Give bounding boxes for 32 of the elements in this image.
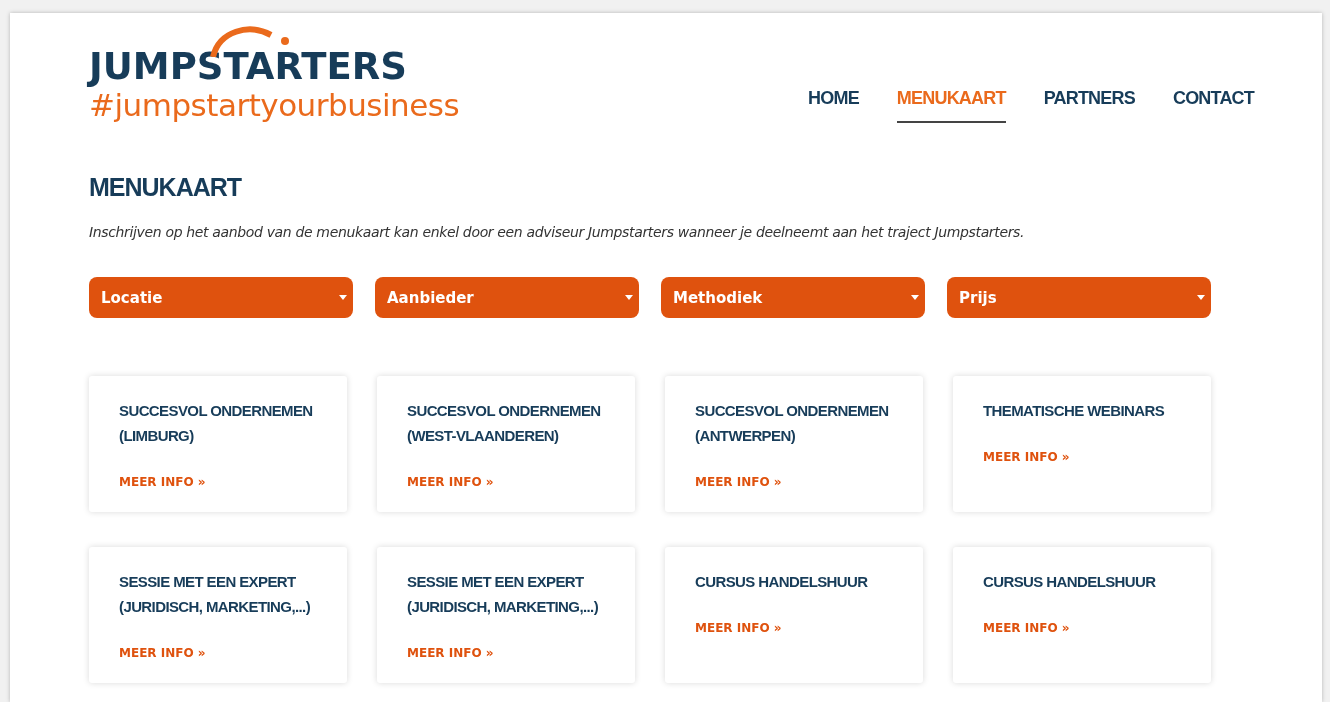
more-info-link[interactable]: MEER INFO »: [983, 450, 1070, 464]
nav-link[interactable]: HOME: [808, 88, 859, 123]
card-title: THEMATISCHE WEBINARS: [983, 401, 1165, 421]
filter-dropdown[interactable]: Aanbieder: [375, 277, 639, 318]
nav-link[interactable]: CONTACT: [1172, 88, 1254, 123]
more-info-link[interactable]: MEER INFO »: [695, 621, 782, 635]
filter-dropdown[interactable]: Prijs: [947, 277, 1211, 318]
card-title: SUCCESVOL ONDERNEMEN (WEST-VLAANDEREN): [407, 401, 602, 446]
intro-text: Inschrijven op het aanbod van de menukaart kan enkel door een adviseur Jumpstarters wanneer je deelneemt aan het traject Jumpstarters.: [89, 224, 1026, 240]
nav-link[interactable]: MENUKAART: [896, 88, 1006, 123]
more-info-link[interactable]: MEER INFO »: [695, 475, 782, 489]
more-info-link[interactable]: MEER INFO »: [407, 646, 494, 660]
page-heading: MENUKAART: [89, 173, 243, 202]
more-info-link[interactable]: MEER INFO »: [983, 621, 1070, 635]
filter-dropdown[interactable]: Locatie: [89, 277, 353, 318]
card-title: CURSUS HANDELSHUUR: [983, 572, 1156, 592]
more-info-link[interactable]: MEER INFO »: [119, 646, 206, 660]
nav-link[interactable]: PARTNERS: [1043, 88, 1135, 123]
caret-icon: [911, 295, 919, 300]
logo-wordmark[interactable]: JUMPSTARTERS: [89, 47, 499, 87]
more-info-link[interactable]: MEER INFO »: [407, 475, 494, 489]
filter-dropdown[interactable]: Methodiek: [661, 277, 925, 318]
caret-icon: [1197, 295, 1205, 300]
card-title: SESSIE MET EEN EXPERT (JURIDISCH, MARKETING,...): [407, 572, 600, 617]
card-title: SUCCESVOL ONDERNEMEN (ANTWERPEN): [695, 401, 890, 446]
caret-icon: [625, 295, 633, 300]
logo-tagline: #jumpstartyourbusiness: [89, 87, 461, 123]
card-title: CURSUS HANDELSHUUR: [695, 572, 868, 592]
more-info-link[interactable]: MEER INFO »: [119, 475, 206, 489]
caret-icon: [339, 295, 347, 300]
card-title: SUCCESVOL ONDERNEMEN (LIMBURG): [119, 401, 314, 446]
card-title: SESSIE MET EEN EXPERT (JURIDISCH, MARKETING,...): [119, 572, 312, 617]
